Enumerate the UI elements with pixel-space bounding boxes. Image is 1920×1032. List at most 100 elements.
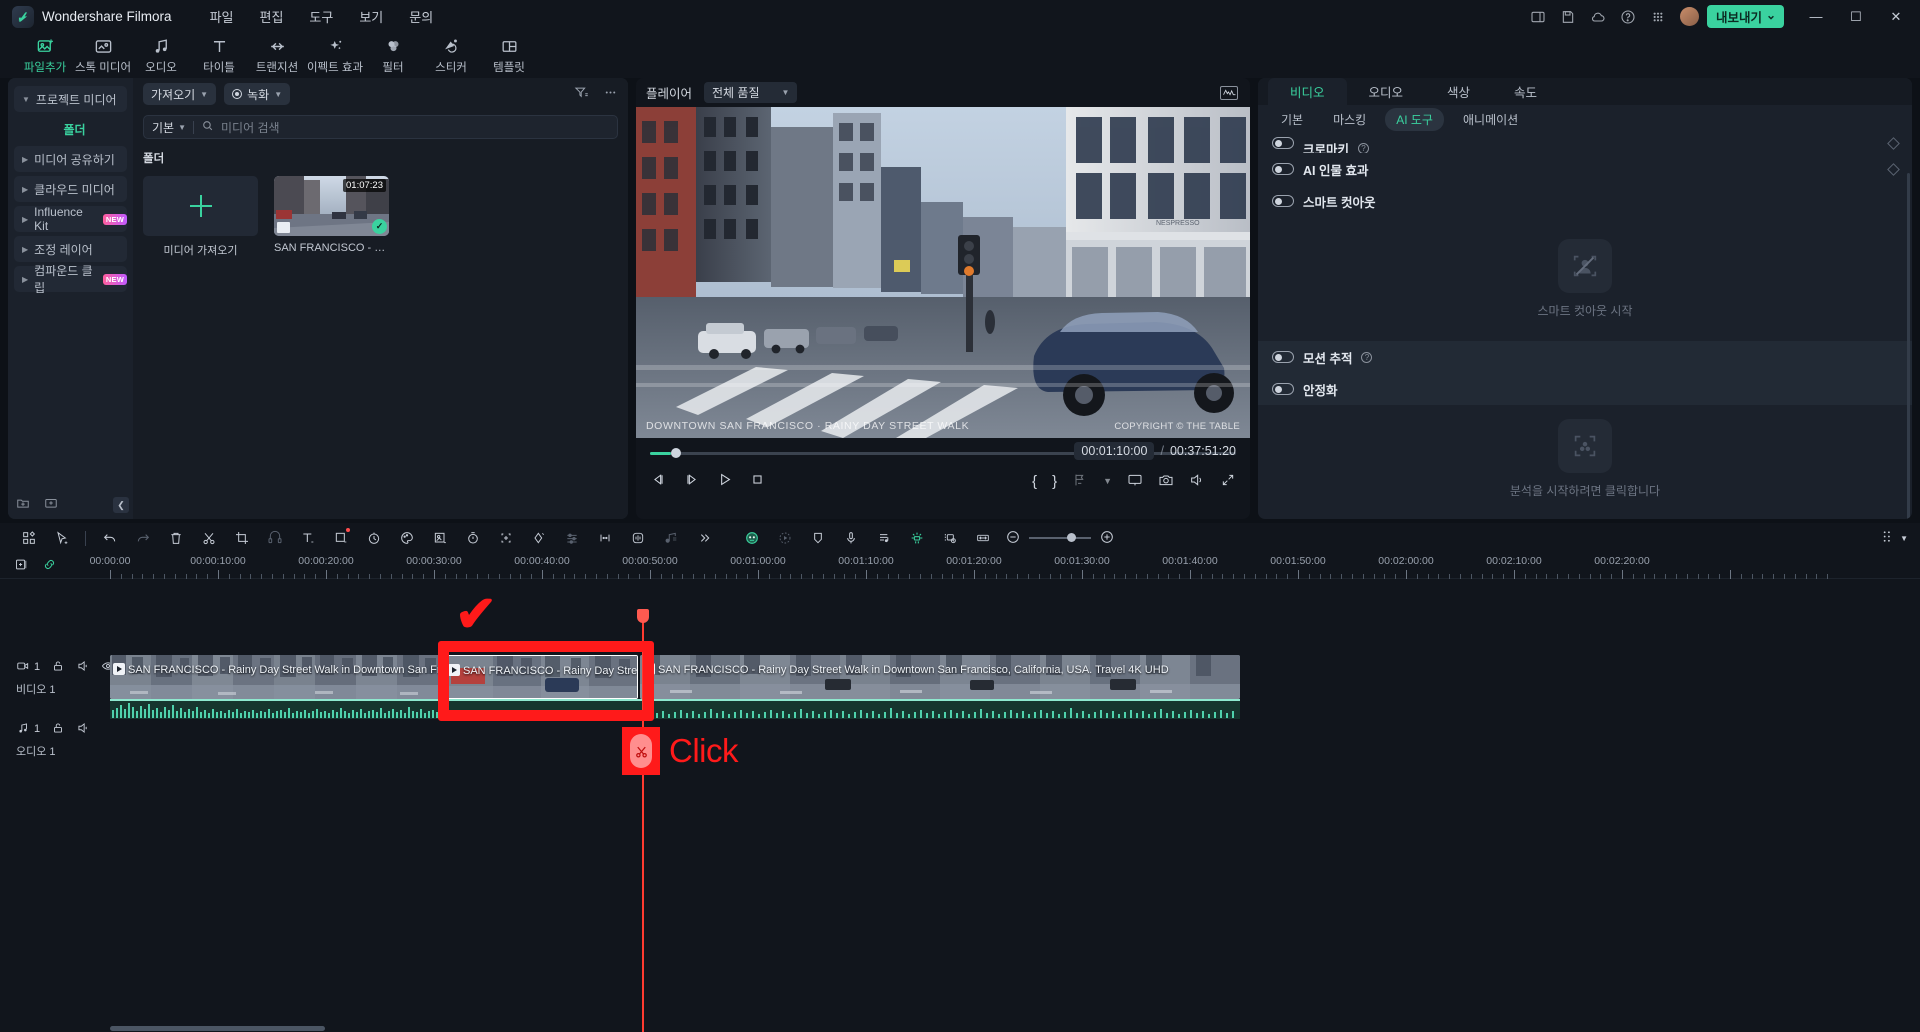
- audio-wave-icon[interactable]: [621, 523, 654, 553]
- crop-icon[interactable]: [225, 523, 258, 553]
- table-row[interactable]: SAN FRANCISCO - Rainy Day Street Walk in…: [640, 655, 1240, 699]
- video-preview[interactable]: NESPRESSO DOWNTOWN SAN FRANCISCO · RAINY…: [636, 107, 1250, 438]
- menu-item-edit[interactable]: 편집: [259, 7, 283, 26]
- close-button[interactable]: ✕: [1876, 0, 1916, 33]
- search-scope-dropdown[interactable]: 기본 ▼: [152, 119, 186, 136]
- lock-icon[interactable]: [51, 721, 65, 738]
- quality-dropdown[interactable]: 전체 품질 ▼: [704, 82, 798, 103]
- player-tab-label[interactable]: 플레이어: [646, 83, 692, 102]
- avatar[interactable]: [1679, 7, 1699, 26]
- undo-icon[interactable]: [93, 523, 126, 553]
- pointer-select-icon[interactable]: [45, 523, 78, 553]
- chevron-down-icon[interactable]: ▼: [1103, 476, 1112, 486]
- smart-cutout-toggle[interactable]: [1272, 195, 1294, 207]
- menu-item-tools[interactable]: 도구: [309, 7, 333, 26]
- media-item-import[interactable]: 미디어 가져오기: [143, 176, 258, 258]
- minimize-button[interactable]: —: [1796, 0, 1836, 33]
- chromakey-toggle[interactable]: [1272, 137, 1294, 149]
- text-edit-icon[interactable]: [291, 523, 324, 553]
- video-thumbnail[interactable]: 01:07:23 ✓: [274, 176, 389, 236]
- mic-icon[interactable]: [834, 523, 867, 553]
- current-time[interactable]: 00:01:10:00: [1074, 442, 1155, 460]
- sidebar-item-influence-kit[interactable]: ▶ Influence Kit NEW: [14, 205, 127, 233]
- adjust-sliders-icon[interactable]: [555, 523, 588, 553]
- import-media-tile[interactable]: [143, 176, 258, 236]
- ai-portrait-row[interactable]: AI 인물 효과: [1258, 153, 1912, 185]
- save-icon[interactable]: [1554, 3, 1582, 31]
- markers-icon[interactable]: [1072, 472, 1088, 491]
- sidebar-item-project-media[interactable]: ▼ 프로젝트 미디어: [14, 86, 127, 112]
- ribbon-item-effects[interactable]: 이펙트 효과: [306, 37, 364, 75]
- mask-square-icon[interactable]: [324, 523, 357, 553]
- filter-sort-icon[interactable]: [574, 85, 589, 103]
- ribbon-item-filter[interactable]: 필터: [364, 37, 422, 75]
- fullscreen-icon[interactable]: [1220, 472, 1236, 491]
- search-input[interactable]: 기본 ▼ 미디어 검색: [143, 115, 618, 139]
- color-palette-icon[interactable]: [390, 523, 423, 553]
- ribbon-item-audio[interactable]: 오디오: [132, 37, 190, 75]
- sidebar-item-share-media[interactable]: ▶ 미디어 공유하기: [14, 146, 127, 172]
- add-folder-icon[interactable]: [44, 496, 58, 513]
- motion-dots-icon[interactable]: [768, 523, 801, 553]
- audio-detach-icon[interactable]: [258, 523, 291, 553]
- keyframe-icon[interactable]: [522, 523, 555, 553]
- sidebar-item-folder[interactable]: 폴더: [14, 116, 127, 142]
- lock-icon[interactable]: [51, 659, 65, 676]
- zoom-out-icon[interactable]: [1005, 529, 1021, 548]
- waveform-scope-icon[interactable]: [1220, 85, 1238, 100]
- snapshot-clip-icon[interactable]: [933, 523, 966, 553]
- timer-icon[interactable]: [456, 523, 489, 553]
- markers-range-icon[interactable]: [588, 523, 621, 553]
- mark-in-button[interactable]: {: [1032, 473, 1037, 490]
- timeline-horizontal-scrollbar[interactable]: [110, 1026, 325, 1031]
- menu-item-contact[interactable]: 문의: [409, 7, 433, 26]
- video-track-lane[interactable]: SAN FRANCISCO - Rainy Day Street Walk in…: [110, 655, 1920, 719]
- ribbon-item-transition[interactable]: 트랜지션: [248, 37, 306, 75]
- media-item-video[interactable]: 01:07:23 ✓ SAN FRANCISCO - R...: [274, 176, 389, 258]
- green-screen-icon[interactable]: [423, 523, 456, 553]
- next-frame-icon[interactable]: [683, 471, 700, 491]
- playhead-handle[interactable]: [637, 609, 649, 623]
- tab-speed[interactable]: 속도: [1492, 78, 1559, 105]
- subtab-masking[interactable]: 마스킹: [1322, 108, 1377, 131]
- keyframe-diamond-icon[interactable]: [1887, 136, 1900, 150]
- mute-icon[interactable]: [76, 721, 90, 738]
- smart-cutout-row[interactable]: 스마트 컷아웃: [1258, 185, 1912, 217]
- stop-icon[interactable]: [749, 471, 766, 491]
- new-folder-icon[interactable]: [16, 496, 30, 513]
- speed-clock-icon[interactable]: [357, 523, 390, 553]
- highlight-icon[interactable]: [900, 523, 933, 553]
- collapse-panel-button[interactable]: ❮: [113, 497, 129, 513]
- screen-icon[interactable]: [1127, 472, 1143, 491]
- ribbon-item-sticker[interactable]: 스티커: [422, 37, 480, 75]
- music-beat-icon[interactable]: [654, 523, 687, 553]
- smart-cutout-placeholder[interactable]: 스마트 컷아웃 시작: [1258, 217, 1912, 341]
- cloud-icon[interactable]: [1584, 3, 1612, 31]
- help-icon[interactable]: ?: [1361, 351, 1373, 363]
- subtab-animation[interactable]: 애니메이션: [1452, 108, 1529, 131]
- menu-item-file[interactable]: 파일: [210, 7, 234, 26]
- maximize-button[interactable]: ☐: [1836, 0, 1876, 33]
- more-dots-icon[interactable]: [603, 85, 618, 103]
- grid-mode-icon[interactable]: [12, 523, 45, 553]
- zoom-slider[interactable]: [1029, 533, 1091, 542]
- help-icon[interactable]: [1614, 3, 1642, 31]
- tab-video[interactable]: 비디오: [1268, 78, 1347, 105]
- menu-item-view[interactable]: 보기: [359, 7, 383, 26]
- prev-frame-icon[interactable]: [650, 471, 667, 491]
- sidebar-item-compound-clip[interactable]: ▶ 컴파운드 클립 NEW: [14, 264, 127, 295]
- table-row[interactable]: SAN FRANCISCO - Rainy Day Street ...: [444, 655, 638, 699]
- shield-icon[interactable]: [801, 523, 834, 553]
- snapshot-camera-icon[interactable]: [1158, 472, 1174, 491]
- chevron-down-icon[interactable]: ▼: [1900, 534, 1908, 543]
- ai-face-icon[interactable]: [735, 523, 768, 553]
- record-button[interactable]: 녹화 ▼: [224, 83, 291, 105]
- volume-icon[interactable]: [1189, 472, 1205, 491]
- track-menu-icon[interactable]: [1879, 528, 1896, 548]
- redo-icon[interactable]: [126, 523, 159, 553]
- stabilize-placeholder[interactable]: 분석을 시작하려면 클릭합니다: [1258, 405, 1912, 513]
- fit-width-icon[interactable]: [966, 523, 999, 553]
- import-button[interactable]: 가져오기 ▼: [143, 83, 217, 105]
- motion-track-toggle[interactable]: [1272, 351, 1294, 363]
- help-icon[interactable]: ?: [1358, 142, 1370, 153]
